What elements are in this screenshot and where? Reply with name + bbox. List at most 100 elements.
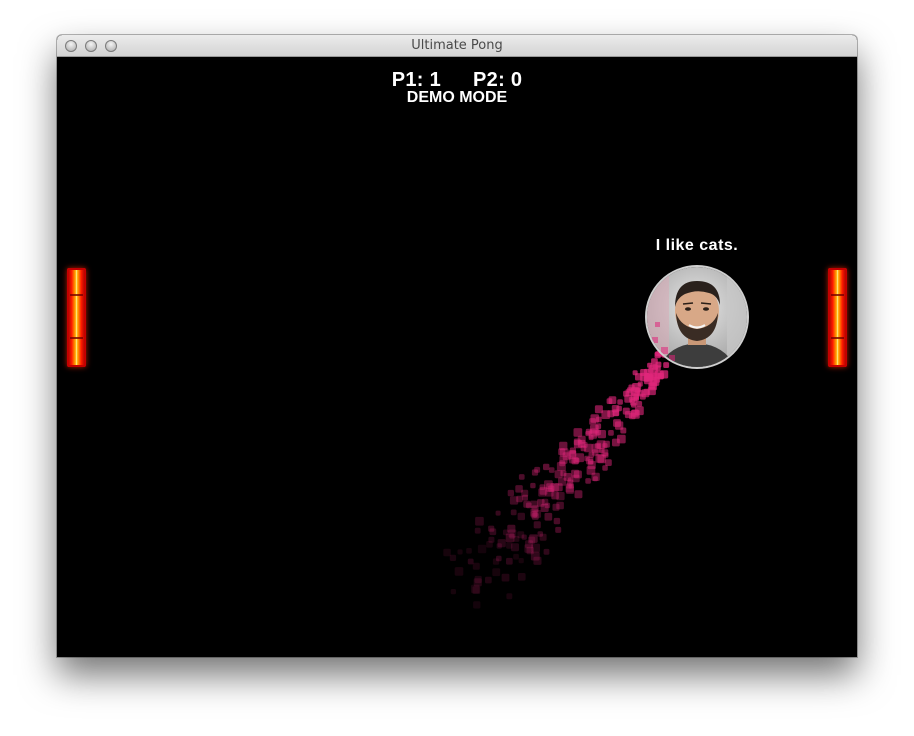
trail-particle (496, 543, 502, 549)
trail-particle (647, 387, 656, 396)
trail-particle (562, 452, 571, 461)
trail-particle (501, 573, 510, 582)
right-paddle (828, 268, 847, 367)
trail-particle (631, 409, 639, 417)
trail-particle (506, 542, 513, 549)
trail-particle (474, 575, 482, 584)
trail-particle (530, 551, 540, 561)
trail-particle (543, 548, 550, 555)
trail-particle (488, 525, 495, 532)
face-ball (647, 267, 747, 367)
trail-particle (518, 558, 524, 564)
trail-particle (475, 516, 484, 526)
trail-particle (544, 502, 551, 509)
left-paddle (67, 268, 86, 367)
trail-particle (517, 512, 525, 521)
trail-particle (454, 567, 464, 576)
trail-particle (534, 466, 541, 473)
trail-particle (518, 474, 525, 480)
trail-particle (492, 568, 501, 577)
trail-particle (573, 428, 583, 437)
trail-particle (555, 526, 562, 533)
trail-particle (628, 384, 635, 391)
trail-particle (443, 548, 451, 557)
trail-particle (553, 517, 561, 525)
trail-particle (586, 457, 594, 465)
trail-particle (466, 548, 472, 554)
trail-particle (513, 553, 519, 560)
trail-particle (543, 463, 550, 471)
trail-particle (631, 402, 637, 408)
trail-particle (506, 557, 513, 565)
trail-particle (539, 484, 546, 490)
trail-particle (467, 558, 474, 565)
trail-particle (449, 554, 457, 561)
trail-particle (516, 495, 523, 503)
trail-particle (518, 573, 526, 581)
trail-particle (560, 470, 567, 477)
trail-particle (585, 478, 591, 484)
trail-particle (592, 476, 598, 482)
trail-particle (559, 460, 566, 467)
trail-particle (537, 531, 543, 537)
trail-particle (622, 407, 630, 415)
trail-particle (472, 562, 480, 570)
trail-particle (633, 393, 639, 400)
trail-particle (574, 490, 583, 499)
window-title: Ultimate Pong (411, 38, 503, 53)
trail-particle (595, 423, 602, 430)
trail-particle (485, 576, 492, 584)
trail-particle (488, 536, 495, 543)
trail-particle (474, 527, 481, 534)
trail-particle (473, 601, 481, 609)
trail-particle (612, 438, 620, 447)
trail-particle (617, 399, 623, 405)
trail-particle (660, 370, 669, 379)
trail-particle (510, 509, 517, 516)
trail-particle (513, 535, 520, 542)
trail-particle (495, 510, 501, 516)
ball-speech-text: I like cats. (655, 237, 739, 254)
trail-particle (623, 390, 630, 397)
trail-particle (608, 430, 614, 436)
trail-particle (507, 524, 516, 533)
trail-particle (530, 482, 536, 489)
trail-particle (590, 414, 599, 423)
trail-particle (588, 452, 595, 458)
trail-particle (595, 454, 605, 463)
trail-particle (573, 439, 583, 449)
trail-particle (533, 521, 541, 529)
trail-particle (620, 427, 627, 434)
trail-particle (552, 503, 560, 511)
trail-particle (546, 483, 555, 492)
trail-particle (525, 540, 534, 549)
trail-particle (634, 387, 640, 393)
title-bar: Ultimate Pong (57, 35, 857, 57)
trail-particle (597, 430, 606, 439)
trail-particle (636, 401, 643, 407)
trail-particle (612, 410, 619, 417)
trail-particle (572, 474, 580, 483)
trail-particle (569, 447, 576, 454)
trail-particle (603, 452, 609, 458)
face-avatar-image (647, 267, 747, 367)
trail-particle (457, 549, 463, 555)
trail-particle (608, 396, 617, 404)
trail-particle (556, 492, 565, 501)
trail-particle (507, 489, 514, 497)
ball-particle-trail (443, 336, 689, 609)
trail-particle (663, 362, 670, 368)
trail-particle (450, 589, 456, 595)
playfield[interactable]: P1: 1 P2: 0 DEMO MODE I like cats. (57, 57, 857, 657)
trail-particle (655, 351, 661, 357)
trail-particle (496, 555, 502, 562)
trail-particle (644, 373, 653, 382)
trail-particle (477, 544, 487, 554)
trail-particle (548, 467, 555, 473)
trail-particle (605, 459, 612, 466)
trail-particle (591, 443, 601, 453)
trail-particle (594, 405, 603, 414)
trail-particle (531, 512, 539, 520)
trail-particle (537, 499, 545, 507)
trail-particle (568, 483, 574, 489)
